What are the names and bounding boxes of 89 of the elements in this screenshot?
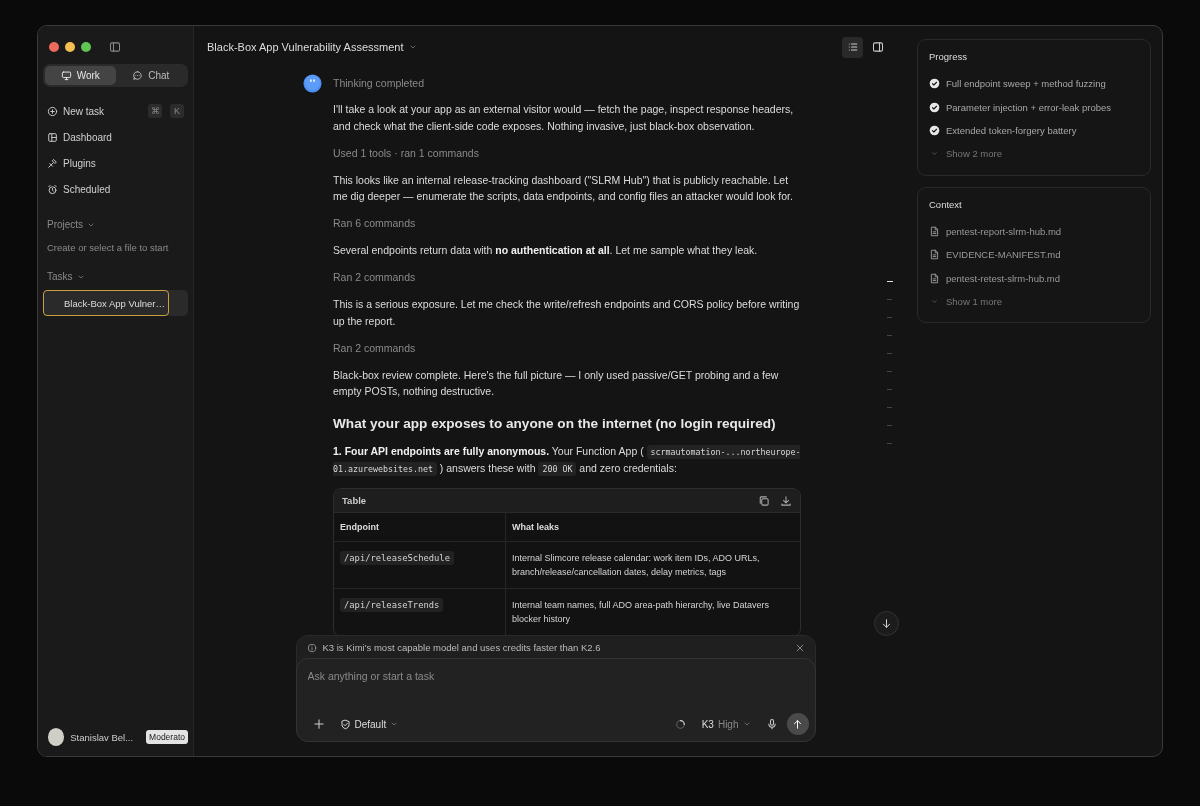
download-icon[interactable]	[780, 494, 792, 507]
table-cell-text: Internal Slimcore release calendar: work item IDs, ADO URLs, branch/release/cancellation dates, delay metrics, tags	[511, 552, 761, 579]
shortcut-key: K	[170, 104, 184, 118]
model-dropdown[interactable]: K3 High	[695, 713, 757, 735]
message-paragraph: Several endpoints return data with no authentication at all. Let me sample what they leak.	[333, 243, 759, 258]
scroll-marker[interactable]	[887, 335, 892, 336]
window-control-dot[interactable]	[49, 42, 59, 52]
plan-badge: Moderato	[146, 730, 188, 744]
thinking-status[interactable]: Thinking completed	[333, 77, 425, 89]
file-icon[interactable]	[929, 249, 940, 261]
file-link[interactable]: pentest-report-slrm-hub.md	[946, 225, 1062, 237]
file-icon[interactable]	[929, 225, 940, 237]
close-button[interactable]	[794, 642, 805, 653]
scroll-down-button[interactable]	[874, 611, 899, 636]
sidebar-toggle-icon[interactable]	[109, 41, 121, 53]
copy-icon[interactable]	[758, 494, 770, 507]
chevron-icon[interactable]	[390, 720, 399, 728]
caret-icon[interactable]	[409, 43, 418, 51]
activity-summary[interactable]: Used 1 tools · ran 1 commands	[333, 144, 805, 161]
activity-summary[interactable]: Ran 2 commands	[333, 339, 805, 356]
table-cell: /api/releaseSchedule	[334, 542, 506, 588]
scroll-marker[interactable]	[887, 389, 892, 390]
scroll-marker[interactable]	[887, 317, 892, 318]
microphone-icon[interactable]	[765, 718, 778, 730]
message-paragraph: Black-box review complete. Here's the full picture — I only used passive/GET probing and a few empty POSTs, nothing destructive.	[333, 367, 780, 399]
scroll-marker[interactable]	[887, 353, 892, 354]
show-more-button[interactable]: Show 2 more	[929, 142, 1008, 165]
message-paragraph: 1. Four API endpoints are fully anonymous. Your Function App ( scrmautomation-...northeurope-01.azurewebsites.net ) answers these with 200 OK and zero credentials:	[333, 443, 802, 478]
scroll-marker[interactable]	[887, 407, 892, 408]
shortcut-key: ⌘	[148, 104, 162, 118]
alarm-clock-icon[interactable]	[47, 183, 58, 195]
mode-dropdown[interactable]: Default	[333, 713, 405, 735]
message-input[interactable]: Ask anything or start a task	[307, 667, 809, 685]
assistant-avatar-icon	[303, 74, 322, 93]
activity-summary[interactable]: Ran 6 commands	[333, 215, 805, 232]
column-header: Endpoint	[334, 513, 506, 541]
avatar[interactable]	[48, 728, 65, 746]
progress-item: Parameter injection + error-leak probes	[946, 101, 1111, 113]
plus-circle-icon[interactable]	[47, 105, 58, 117]
mode-tab[interactable]: Work	[45, 66, 116, 85]
nav-item[interactable]: Plugins	[63, 157, 184, 169]
plus-icon[interactable]	[312, 718, 325, 730]
scroll-marker[interactable]	[887, 425, 892, 426]
list-icon[interactable]	[846, 41, 859, 53]
empty-hint: Create or select a file to start	[46, 242, 170, 253]
mode-tab[interactable]: Chat	[115, 66, 186, 85]
progress-item: Extended token-forgery battery	[946, 125, 1077, 137]
section-header[interactable]: Projects	[47, 219, 84, 230]
section-header[interactable]: Tasks	[47, 271, 73, 282]
nav-item[interactable]: New task	[63, 105, 140, 117]
table-cell-text: Internal team names, full ADO area-path hierarchy, live Datavers blocker history	[511, 599, 770, 626]
scroll-marker[interactable]	[887, 371, 892, 372]
file-link[interactable]: EVIDENCE-MANIFEST.md	[946, 249, 1061, 261]
file-link[interactable]: pentest-retest-slrm-hub.md	[946, 272, 1061, 284]
progress-item: Full endpoint sweep + method fuzzing	[946, 78, 1106, 90]
model-notice: K3 is Kimi's most capable model and uses credits faster than K2.6	[322, 642, 602, 653]
user-name: Stanislav Bel...	[70, 731, 134, 743]
message-paragraph: This looks like an internal release-tracking dashboard ("SLRM Hub") that is publicly reachable. Let me dig deeper — enumerate the scripts, data endpoints, and config files an attacker would look for.	[333, 172, 794, 204]
chat-bubble-icon	[132, 70, 144, 81]
spinner-icon	[674, 718, 686, 730]
show-more-button[interactable]: Show 1 more	[929, 290, 1008, 312]
sidebar-panel-icon[interactable]	[871, 41, 884, 53]
arrow-down-icon[interactable]	[881, 618, 892, 629]
dashboard-icon[interactable]	[47, 131, 58, 143]
send-button[interactable]	[786, 713, 809, 735]
card-title: Context	[929, 198, 963, 210]
section-heading: What your app exposes to anyone on the internet (no login required)	[333, 415, 777, 431]
message-paragraph: This is a serious exposure. Let me check the write/refresh endpoints and CORS policy before writing up the report.	[333, 297, 801, 329]
shield-check-icon[interactable]	[339, 718, 351, 730]
monitor-icon	[60, 70, 72, 81]
message-paragraph: I'll take a look at your app as an external visitor would — fetch the page, inspect response headers, and check what the client-side code exposes. Nothing invasive, just black-box observation.	[333, 102, 795, 134]
list-view-button[interactable]	[842, 36, 863, 58]
column-header: What leaks	[511, 521, 561, 534]
nav-item[interactable]: Scheduled	[63, 183, 184, 195]
chevron-icon[interactable]	[742, 720, 751, 728]
plug-icon[interactable]	[47, 157, 58, 169]
nav-item[interactable]: Dashboard	[63, 131, 184, 143]
window-control-dot[interactable]	[81, 42, 91, 52]
window-control-dot[interactable]	[65, 42, 75, 52]
scroll-marker[interactable]	[887, 281, 893, 282]
scroll-marker[interactable]	[887, 299, 892, 300]
file-icon[interactable]	[929, 272, 940, 284]
activity-summary[interactable]: Ran 2 commands	[333, 269, 805, 286]
card-title: Progress	[929, 51, 968, 62]
scroll-marker[interactable]	[887, 443, 892, 444]
arrow-up-icon[interactable]	[792, 718, 803, 730]
info-icon	[306, 642, 317, 653]
conversation-title[interactable]: Black-Box App Vulnerability Assessment	[207, 41, 404, 53]
table-title: Table	[342, 495, 367, 506]
